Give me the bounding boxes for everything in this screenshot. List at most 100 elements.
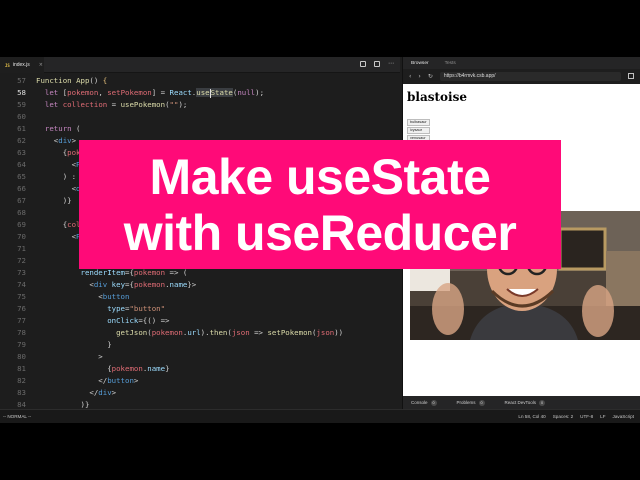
js-file-icon: JS — [5, 62, 10, 68]
language-mode[interactable]: JavaScript — [613, 414, 634, 419]
code-line[interactable]: 59 let collection = usePokemon(""); — [0, 99, 400, 111]
code-line[interactable]: 80 > — [0, 351, 400, 363]
code-text: onClick={() => — [107, 316, 170, 325]
code-text: } — [36, 340, 112, 349]
code-line[interactable]: 82 </button> — [0, 375, 400, 387]
forward-icon[interactable]: › — [418, 73, 420, 80]
title-banner: Make useState with useReducer — [79, 140, 561, 269]
line-number: 58 — [17, 88, 26, 97]
line-number: 82 — [17, 376, 26, 385]
line-number: 59 — [17, 100, 26, 109]
code-text: <d — [36, 184, 81, 193]
console-count-badge: 0 — [430, 399, 437, 406]
tab-browser[interactable]: Browser — [411, 61, 429, 66]
browser-panel-tabs: Browser Tests — [403, 57, 640, 69]
split-view-icon[interactable] — [360, 61, 366, 67]
code-text: <button — [36, 292, 130, 301]
line-number: 57 — [17, 76, 26, 85]
preview-icon[interactable] — [374, 61, 380, 67]
code-line[interactable]: 79 } — [0, 339, 400, 351]
pokemon-button[interactable]: ivysaur — [407, 127, 430, 134]
console-label: Console — [411, 400, 428, 405]
line-number: 76 — [17, 304, 26, 313]
line-number: 67 — [17, 196, 26, 205]
code-text: ) : — [36, 172, 77, 181]
line-number: 78 — [17, 328, 26, 337]
more-options-icon[interactable]: ⋯ — [388, 61, 394, 67]
editor-toolbar: ⋯ — [360, 61, 394, 67]
problems-label: Problems — [456, 400, 476, 405]
address-bar: ‹ › ↻ https://b4rmvk.csb.app/ — [403, 69, 640, 83]
text-cursor — [209, 88, 211, 98]
line-number: 77 — [17, 316, 26, 325]
tab-tests[interactable]: Tests — [445, 61, 456, 66]
react-devtools-count-badge: 0 — [539, 399, 546, 406]
problems-count-badge: 0 — [478, 399, 485, 406]
code-text: let [pokemon, setPokemon] = React.useSta… — [44, 88, 265, 98]
code-text: return ( — [44, 124, 81, 133]
code-text: {col — [36, 220, 81, 229]
code-text: <div key={pokemon.name}> — [36, 280, 197, 289]
refresh-icon[interactable]: ↻ — [428, 73, 433, 80]
url-input[interactable]: https://b4rmvk.csb.app/ — [439, 71, 621, 81]
line-number: 70 — [17, 232, 26, 241]
code-line[interactable]: 77 onClick={() => — [0, 315, 400, 327]
line-number: 68 — [17, 208, 26, 217]
line-number: 79 — [17, 340, 26, 349]
code-line[interactable]: 75 <button — [0, 291, 400, 303]
code-text: Function App() { — [36, 76, 108, 85]
tab-react-devtools[interactable]: React DevTools 0 — [504, 399, 546, 406]
banner-title-line-1: Make useState — [149, 148, 491, 205]
line-number: 65 — [17, 172, 26, 181]
indentation-setting[interactable]: Spaces: 2 — [553, 414, 573, 419]
pokemon-button[interactable]: bulbasaur — [407, 119, 430, 126]
code-text: </div> — [36, 388, 117, 397]
line-number: 61 — [17, 124, 26, 133]
tab-console[interactable]: Console 0 — [411, 399, 437, 406]
file-encoding[interactable]: UTF-8 — [580, 414, 593, 419]
line-ending[interactable]: LF — [600, 414, 605, 419]
code-line[interactable]: 83 </div> — [0, 387, 400, 399]
line-number: 60 — [17, 112, 26, 121]
file-tab-index-js[interactable]: JS index.js × — [0, 57, 44, 73]
code-line[interactable]: 76 type="button" — [0, 303, 400, 315]
code-line[interactable]: 58 let [pokemon, setPokemon] = React.use… — [0, 87, 400, 99]
code-text: </button> — [36, 376, 139, 385]
status-bar-right: Ln 58, Col 40 Spaces: 2 UTF-8 LF JavaScr… — [518, 414, 634, 419]
code-text: <div> — [36, 136, 77, 145]
react-devtools-label: React DevTools — [504, 400, 537, 405]
code-text: {pokemon.name} — [36, 364, 170, 373]
code-line[interactable]: 78 getJson(pokemon.url).then(json => set… — [0, 327, 400, 339]
devtools-bar: Console 0 Problems 0 React DevTools 0 — [403, 396, 640, 409]
code-text: <P — [36, 232, 81, 241]
code-text: getJson(pokemon.url).then(json => setPok… — [116, 328, 344, 337]
line-number: 66 — [17, 184, 26, 193]
line-number: 63 — [17, 148, 26, 157]
line-number: 72 — [17, 256, 26, 265]
code-text: <P — [36, 160, 81, 169]
line-number: 83 — [17, 388, 26, 397]
cursor-position[interactable]: Ln 58, Col 40 — [518, 414, 545, 419]
code-text: let collection = usePokemon(""); — [44, 100, 188, 109]
code-line[interactable]: 60 — [0, 111, 400, 123]
code-text: type="button" — [107, 304, 166, 313]
code-line[interactable]: 81 {pokemon.name} — [0, 363, 400, 375]
code-line[interactable]: 61 return ( — [0, 123, 400, 135]
code-text: > — [36, 352, 103, 361]
line-number: 81 — [17, 364, 26, 373]
line-number: 69 — [17, 220, 26, 229]
open-in-new-window-icon[interactable] — [628, 73, 634, 79]
pokemon-heading: blastoise — [407, 90, 467, 104]
line-number: 80 — [17, 352, 26, 361]
line-number: 64 — [17, 160, 26, 169]
line-number: 73 — [17, 268, 26, 277]
back-icon[interactable]: ‹ — [409, 73, 411, 80]
file-tab-label: index.js — [12, 62, 30, 68]
editor-tab-bar: JS index.js × ⋯ — [0, 57, 400, 73]
code-line[interactable]: 74 <div key={pokemon.name}> — [0, 279, 400, 291]
tab-problems[interactable]: Problems 0 — [456, 399, 485, 406]
code-line[interactable]: 57 Function App() { — [0, 75, 400, 87]
line-number: 71 — [17, 244, 26, 253]
close-tab-icon[interactable]: × — [39, 62, 43, 68]
line-number: 74 — [17, 280, 26, 289]
